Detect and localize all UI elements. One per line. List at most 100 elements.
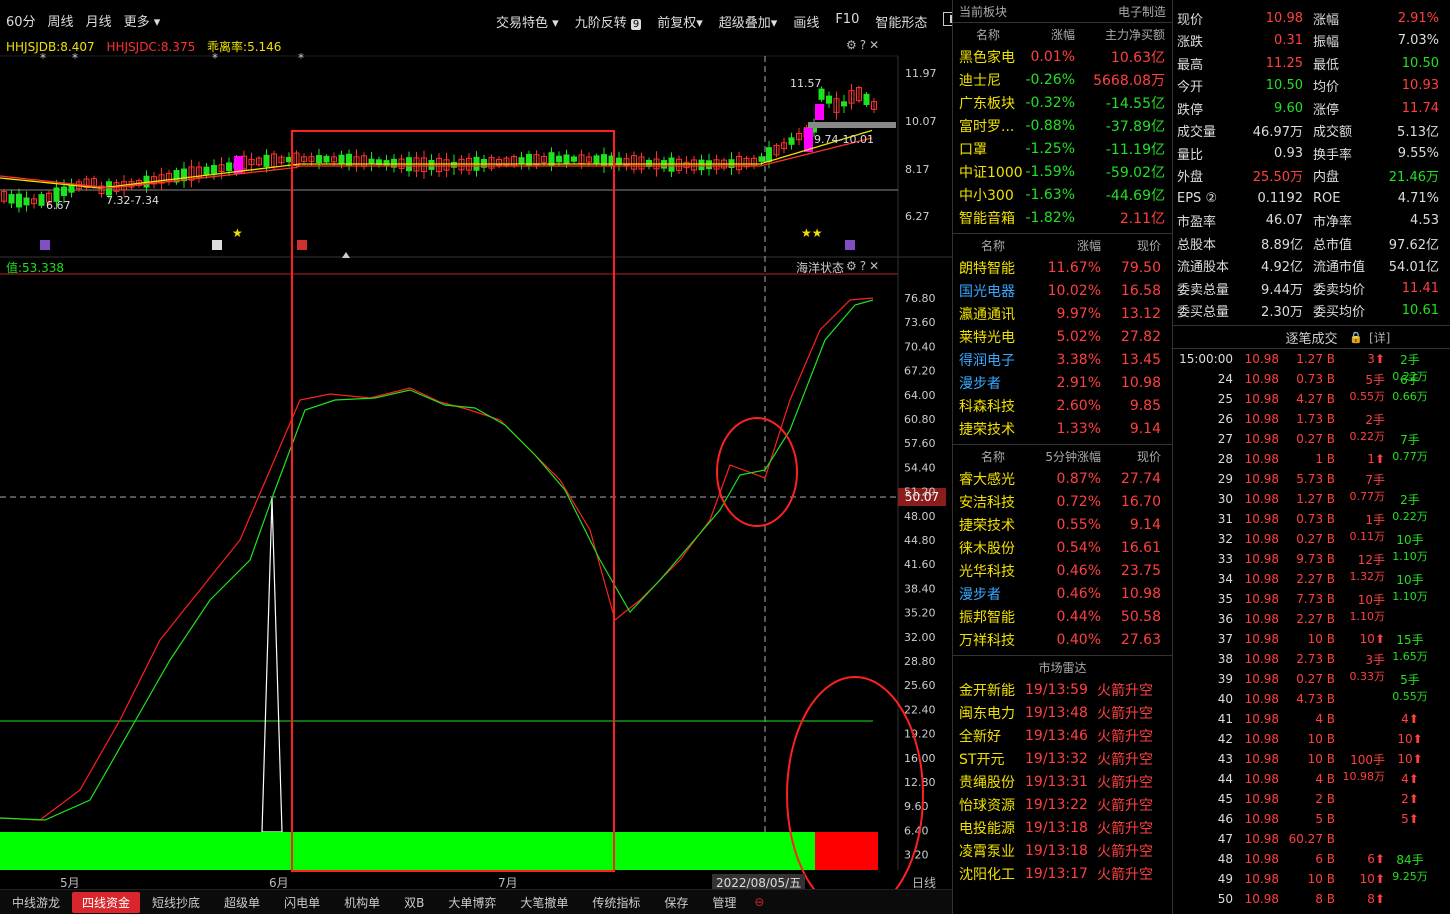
column-header[interactable]: 涨幅 bbox=[1033, 237, 1101, 254]
quote-value: 21.46万 bbox=[1388, 170, 1439, 186]
quote-row: 跌停 9.60 涨停 11.74 bbox=[1173, 97, 1450, 120]
radar-row[interactable]: 闽东电力 19/13:48 火箭升空 bbox=[953, 701, 1172, 724]
indicator-tab[interactable]: 保存 bbox=[652, 894, 700, 911]
radar-row[interactable]: 凌霄泵业 19/13:18 火箭升空 bbox=[953, 839, 1172, 862]
table-row[interactable]: 光华科技 0.46% 23.75 bbox=[953, 559, 1172, 582]
indicator-tab[interactable]: 机构单 bbox=[332, 894, 392, 911]
table-row[interactable]: 漫步者 0.46% 10.98 bbox=[953, 582, 1172, 605]
tick-row: 41 10.98 4 B 4⬆ bbox=[1173, 709, 1450, 729]
column-header[interactable]: 主力净买额 bbox=[1075, 26, 1165, 43]
ticks-title: 逐笔成交 bbox=[1285, 331, 1338, 347]
table-row[interactable]: 瀛通通讯 9.97% 13.12 bbox=[953, 302, 1172, 325]
tick-count: 5手 bbox=[1365, 372, 1385, 387]
table-row[interactable]: 捷荣技术 1.33% 9.14 bbox=[953, 417, 1172, 440]
indicator-tab[interactable]: 四线资金 bbox=[72, 891, 141, 913]
table-row[interactable]: 睿大感光 0.87% 27.74 bbox=[953, 467, 1172, 490]
radar-row[interactable]: ST开元 19/13:32 火箭升空 bbox=[953, 747, 1172, 770]
candle-body bbox=[863, 93, 870, 105]
table-row[interactable]: 国光电器 10.02% 16.58 bbox=[953, 279, 1172, 302]
chart-area[interactable]: 60分 周线 月线 更多 ▾ 交易特色 ▾ 九阶反转 9 前复权▾ 超级叠加▾ … bbox=[0, 0, 960, 914]
table-row[interactable]: 口罩 -1.25% -11.19亿 bbox=[953, 137, 1172, 160]
quote-row: 委买总量 2.30万 委买均价 10.61 bbox=[1173, 300, 1450, 323]
cell-val: 10.63亿 bbox=[1110, 49, 1165, 66]
quote-value: 0.93 bbox=[1274, 145, 1303, 161]
table-row[interactable]: 安洁科技 0.72% 16.70 bbox=[953, 490, 1172, 513]
radar-row[interactable]: 金开新能 19/13:59 火箭升空 bbox=[953, 678, 1172, 701]
lock-icon[interactable]: 🔒 bbox=[1349, 331, 1363, 344]
tick-volume: 10 B bbox=[1307, 632, 1335, 646]
table-row[interactable]: 科森科技 2.60% 9.85 bbox=[953, 394, 1172, 417]
table-row[interactable]: 中小300 -1.63% -44.69亿 bbox=[953, 183, 1172, 206]
column-header[interactable]: 名称 bbox=[953, 448, 1033, 465]
ticks-detail-link[interactable]: [详] bbox=[1369, 329, 1390, 346]
indicator-axis-label: 44.80 bbox=[904, 534, 936, 547]
column-header[interactable]: 涨幅 bbox=[1023, 26, 1075, 43]
gold-star-marker: ★★ bbox=[801, 226, 823, 240]
indicator-tab[interactable]: 短线抄底 bbox=[140, 894, 212, 911]
table-row[interactable]: 得润电子 3.38% 13.45 bbox=[953, 348, 1172, 371]
radar-row[interactable]: 怡球资源 19/13:22 火箭升空 bbox=[953, 793, 1172, 816]
tick-volume: 1 B bbox=[1315, 452, 1335, 466]
cell-name: 光华科技 bbox=[959, 563, 1015, 580]
tick-time: 42 bbox=[1217, 732, 1233, 746]
table-row[interactable]: 广东板块 -0.32% -14.55亿 bbox=[953, 91, 1172, 114]
radar-time: 19/13:31 bbox=[1025, 773, 1088, 790]
indicator-tab[interactable]: 超级单 bbox=[212, 894, 272, 911]
column-header[interactable]: 名称 bbox=[953, 237, 1033, 254]
tick-box-sub: 0.55万 bbox=[1392, 690, 1428, 703]
cell-price: 13.45 bbox=[1120, 351, 1161, 368]
indicator-tab[interactable]: 双B bbox=[392, 894, 436, 911]
quote-value: 10.98 bbox=[1265, 10, 1303, 26]
column-header[interactable]: 名称 bbox=[953, 26, 1023, 43]
table-row[interactable]: 迪士尼 -0.26% 5668.08万 bbox=[953, 68, 1172, 91]
tabs-menu-icon[interactable]: ⊖ bbox=[754, 895, 764, 909]
tick-count: 10手 bbox=[1357, 592, 1385, 607]
indicator-tab[interactable]: 大笔撤单 bbox=[508, 894, 580, 911]
table-row[interactable]: 万祥科技 0.40% 27.63 bbox=[953, 628, 1172, 651]
tick-count: 10⬆ bbox=[1359, 872, 1385, 886]
chart-canvas[interactable]: 50.07 11.9710.078.176.27 76.8073.6070.40… bbox=[0, 0, 952, 914]
radar-row[interactable]: 全新好 19/13:46 火箭升空 bbox=[953, 724, 1172, 747]
radar-row[interactable]: 贵绳股份 19/13:31 火箭升空 bbox=[953, 770, 1172, 793]
radar-name: 沈阳化工 bbox=[959, 866, 1015, 883]
indicator-axis-label: 35.20 bbox=[904, 607, 936, 620]
tick-box: 5手 bbox=[1400, 672, 1420, 687]
radar-time: 19/13:18 bbox=[1025, 842, 1088, 859]
radar-row[interactable]: 沈阳化工 19/13:17 火箭升空 bbox=[953, 862, 1172, 885]
cell-pct: 0.55% bbox=[1056, 516, 1101, 533]
indicator-tab[interactable]: 管理 bbox=[700, 894, 748, 911]
candle-body bbox=[766, 147, 772, 162]
tick-volume: 0.73 B bbox=[1296, 372, 1335, 386]
radar-time: 19/13:59 bbox=[1025, 681, 1088, 698]
tick-box: 7手 bbox=[1400, 432, 1420, 447]
table-row[interactable]: 漫步者 2.91% 10.98 bbox=[953, 371, 1172, 394]
tick-sub-line: 10.98万 bbox=[1342, 770, 1386, 783]
radar-row[interactable]: 电投能源 19/13:18 火箭升空 bbox=[953, 816, 1172, 839]
indicator-tab[interactable]: 大单博弈 bbox=[436, 894, 508, 911]
table-row[interactable]: 黑色家电 0.01% 10.63亿 bbox=[953, 45, 1172, 68]
table-row[interactable]: 朗特智能 11.67% 79.50 bbox=[953, 256, 1172, 279]
indicator-tab[interactable]: 传统指标 bbox=[580, 894, 652, 911]
candle-body bbox=[758, 156, 765, 162]
table-row[interactable]: 智能音箱 -1.82% 2.11亿 bbox=[953, 206, 1172, 229]
tick-volume: 2.73 B bbox=[1296, 652, 1335, 666]
indicator-tab[interactable]: 闪电单 bbox=[272, 894, 332, 911]
column-header[interactable]: 现价 bbox=[1101, 448, 1161, 465]
indicator-tab[interactable]: 中线游龙 bbox=[0, 894, 72, 911]
green-state-bar bbox=[0, 832, 815, 870]
radar-time: 19/13:18 bbox=[1025, 819, 1088, 836]
column-header[interactable]: 5分钟涨幅 bbox=[1033, 448, 1101, 465]
table-row[interactable]: 捷荣技术 0.55% 9.14 bbox=[953, 513, 1172, 536]
table-row[interactable]: 富时罗... -0.88% -37.89亿 bbox=[953, 114, 1172, 137]
table-row[interactable]: 振邦智能 0.44% 50.58 bbox=[953, 605, 1172, 628]
tick-price: 10.98 bbox=[1244, 892, 1279, 906]
tick-count: 7手 bbox=[1365, 472, 1385, 487]
table-row[interactable]: 中证1000 -1.59% -59.02亿 bbox=[953, 160, 1172, 183]
quote-value: 7.03% bbox=[1397, 33, 1439, 49]
table-row[interactable]: 徕木股份 0.54% 16.61 bbox=[953, 536, 1172, 559]
table-row[interactable]: 莱特光电 5.02% 27.82 bbox=[953, 325, 1172, 348]
column-header[interactable]: 现价 bbox=[1101, 237, 1161, 254]
candle-body bbox=[593, 155, 600, 165]
tick-time: 36 bbox=[1217, 612, 1233, 626]
tick-volume: 10 B bbox=[1307, 732, 1335, 746]
